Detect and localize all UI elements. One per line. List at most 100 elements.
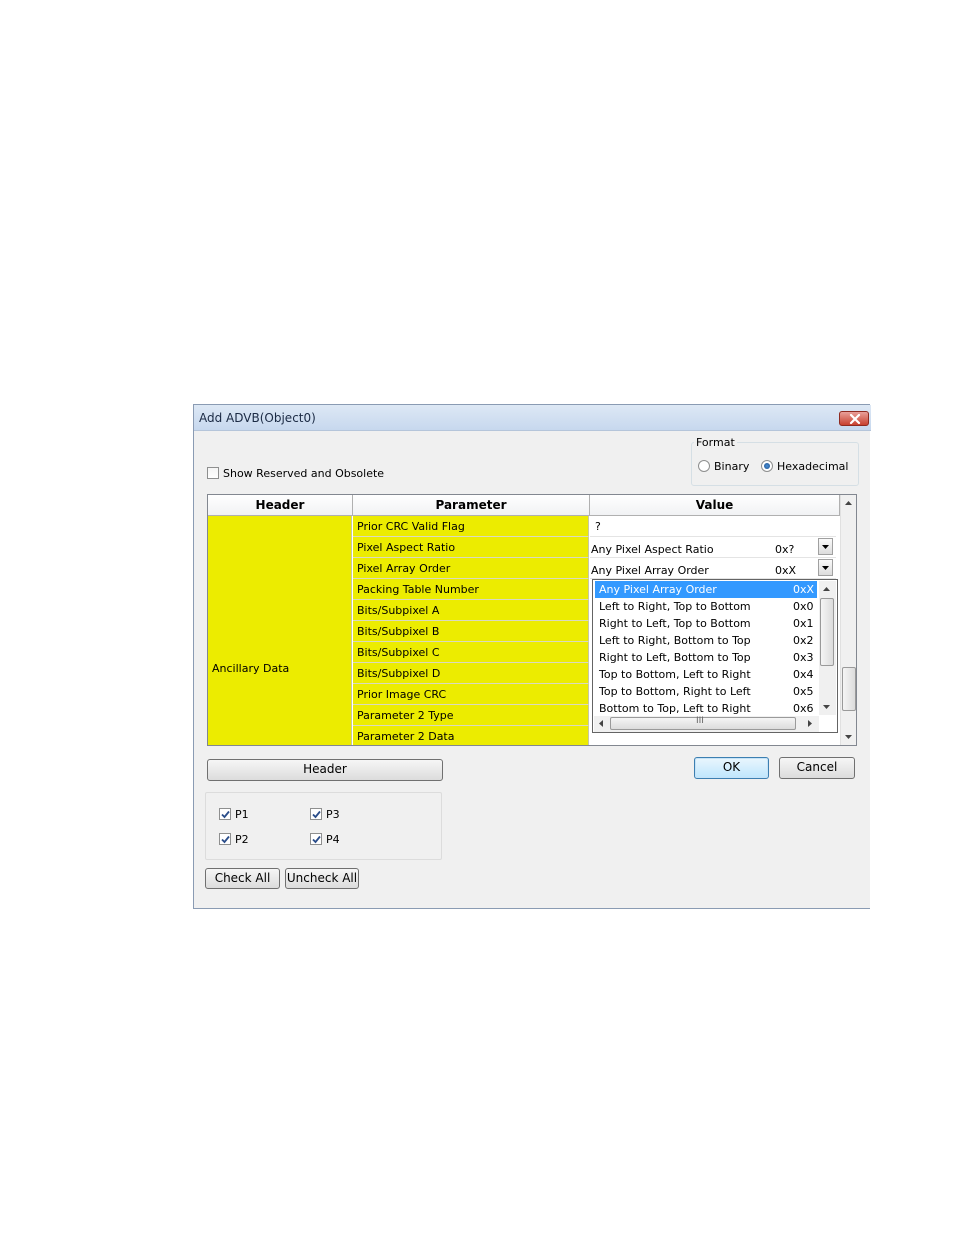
parameter-name: Bits/Subpixel C bbox=[357, 646, 440, 659]
parameter-row[interactable]: Prior CRC Valid Flag bbox=[353, 516, 589, 537]
hexadecimal-label: Hexadecimal bbox=[777, 460, 849, 473]
value-code: 0x? bbox=[775, 543, 795, 556]
parameter-row[interactable]: Bits/Subpixel A bbox=[353, 600, 589, 621]
option-label: Right to Left, Bottom to Top bbox=[599, 651, 751, 664]
p1-label: P1 bbox=[235, 808, 249, 821]
dropdown-hscroll-thumb[interactable]: III bbox=[610, 716, 796, 730]
value-code: 0xX bbox=[775, 564, 797, 577]
option-code: 0x5 bbox=[793, 685, 814, 698]
dropdown-option[interactable]: Bottom to Top, Left to Right 0x6 bbox=[595, 700, 817, 715]
value-text: Any Pixel Array Order bbox=[591, 564, 709, 577]
option-label: Left to Right, Top to Bottom bbox=[599, 600, 751, 613]
column-header-header[interactable]: Header bbox=[208, 495, 353, 516]
scroll-up-icon bbox=[845, 501, 852, 505]
column-header-value[interactable]: Value bbox=[590, 495, 840, 516]
header-button[interactable]: Header bbox=[207, 759, 443, 781]
parameter-name: Bits/Subpixel A bbox=[357, 604, 440, 617]
dropdown-option[interactable]: Left to Right, Bottom to Top 0x2 bbox=[595, 632, 817, 649]
dropdown-scroll-thumb[interactable] bbox=[820, 598, 834, 666]
parameter-row[interactable]: Bits/Subpixel D bbox=[353, 663, 589, 684]
dropdown-option[interactable]: Top to Bottom, Right to Left 0x5 bbox=[595, 683, 817, 700]
add-advb-dialog: Add ADVB(Object0) Show Reserved and Obso… bbox=[193, 404, 871, 909]
checkmark-icon bbox=[221, 810, 230, 819]
option-code: 0x0 bbox=[793, 600, 814, 613]
dropdown-option[interactable]: Right to Left, Bottom to Top 0x3 bbox=[595, 649, 817, 666]
option-code: 0x4 bbox=[793, 668, 814, 681]
dropdown-option[interactable]: Right to Left, Top to Bottom 0x1 bbox=[595, 615, 817, 632]
parameter-name: Prior Image CRC bbox=[357, 688, 447, 701]
scroll-grip: III bbox=[696, 716, 704, 726]
option-code: 0xX bbox=[793, 583, 815, 596]
p4-checkbox[interactable] bbox=[310, 833, 322, 845]
p1-checkbox[interactable] bbox=[219, 808, 231, 820]
parameter-row[interactable]: Packing Table Number bbox=[353, 579, 589, 600]
dropdown-vertical-scrollbar[interactable] bbox=[819, 581, 836, 715]
parameter-name: Parameter 2 Type bbox=[357, 709, 454, 722]
window-title: Add ADVB(Object0) bbox=[199, 411, 316, 425]
p2-checkbox[interactable] bbox=[219, 833, 231, 845]
p3-checkbox[interactable] bbox=[310, 808, 322, 820]
p2-label: P2 bbox=[235, 833, 249, 846]
option-label: Top to Bottom, Right to Left bbox=[599, 685, 751, 698]
parameter-row[interactable]: Prior Image CRC bbox=[353, 684, 589, 705]
header-cell-text: Ancillary Data bbox=[212, 662, 290, 675]
pixel-array-order-dropdown-button[interactable] bbox=[818, 559, 833, 576]
scroll-left-icon bbox=[599, 720, 603, 727]
dropdown-horizontal-scrollbar[interactable]: III bbox=[594, 716, 819, 732]
column-header-parameter[interactable]: Parameter bbox=[353, 495, 590, 516]
dropdown-option[interactable]: Top to Bottom, Left to Right 0x4 bbox=[595, 666, 817, 683]
checkmark-icon bbox=[312, 810, 321, 819]
binary-radio[interactable] bbox=[698, 460, 710, 472]
show-reserved-label: Show Reserved and Obsolete bbox=[223, 467, 385, 480]
uncheck-all-button[interactable]: Uncheck All bbox=[285, 868, 359, 889]
value-text: Any Pixel Aspect Ratio bbox=[591, 543, 714, 556]
value-cell-pixel-aspect-ratio[interactable]: Any Pixel Aspect Ratio 0x? bbox=[590, 537, 836, 558]
p3-label: P3 bbox=[326, 808, 340, 821]
value-text: ? bbox=[595, 520, 601, 533]
dropdown-option[interactable]: Left to Right, Top to Bottom 0x0 bbox=[595, 598, 817, 615]
check-all-button[interactable]: Check All bbox=[205, 868, 280, 889]
option-label: Left to Right, Bottom to Top bbox=[599, 634, 751, 647]
option-label: Any Pixel Array Order bbox=[599, 583, 717, 596]
dropdown-option[interactable]: Any Pixel Array Order 0xX bbox=[595, 581, 817, 598]
parameter-row[interactable]: Pixel Aspect Ratio bbox=[353, 537, 589, 558]
parameter-grid[interactable]: Header Parameter Value Ancillary Data Pr… bbox=[207, 494, 857, 746]
format-group-label: Format bbox=[694, 436, 737, 449]
close-button[interactable] bbox=[839, 411, 869, 426]
parameter-name: Packing Table Number bbox=[357, 583, 479, 596]
show-reserved-checkbox[interactable] bbox=[207, 467, 219, 479]
hexadecimal-radio[interactable] bbox=[761, 460, 773, 472]
parameter-row[interactable]: Parameter 2 Type bbox=[353, 705, 589, 726]
parameter-row[interactable]: Pixel Array Order bbox=[353, 558, 589, 579]
grid-vertical-scrollbar[interactable] bbox=[840, 495, 856, 745]
p4-label: P4 bbox=[326, 833, 340, 846]
parameter-name: Bits/Subpixel D bbox=[357, 667, 441, 680]
parameter-name: Parameter 2 Data bbox=[357, 730, 455, 743]
value-cell[interactable]: ? bbox=[590, 516, 836, 537]
chevron-down-icon bbox=[822, 566, 829, 570]
title-bar[interactable]: Add ADVB(Object0) bbox=[194, 405, 871, 431]
option-code: 0x2 bbox=[793, 634, 814, 647]
header-cell[interactable]: Ancillary Data bbox=[208, 516, 352, 745]
checkmark-icon bbox=[221, 835, 230, 844]
pixel-array-order-dropdown-list[interactable]: Any Pixel Array Order 0xX Left to Right, … bbox=[592, 579, 838, 733]
radio-selected-dot bbox=[764, 463, 770, 469]
option-code: 0x6 bbox=[793, 702, 814, 715]
scroll-down-icon bbox=[823, 705, 830, 709]
parameter-name: Pixel Array Order bbox=[357, 562, 451, 575]
grid-scroll-thumb[interactable] bbox=[842, 667, 856, 711]
cancel-button[interactable]: Cancel bbox=[779, 757, 855, 779]
parameter-row[interactable]: Parameter 2 Data bbox=[353, 726, 589, 745]
parameter-name: Bits/Subpixel B bbox=[357, 625, 440, 638]
option-label: Right to Left, Top to Bottom bbox=[599, 617, 751, 630]
value-cell-pixel-array-order[interactable]: Any Pixel Array Order 0xX bbox=[590, 558, 836, 579]
close-icon bbox=[849, 414, 861, 424]
parameter-name: Pixel Aspect Ratio bbox=[357, 541, 456, 554]
ok-button[interactable]: OK bbox=[694, 757, 769, 779]
packet-group bbox=[205, 792, 442, 860]
parameter-row[interactable]: Bits/Subpixel B bbox=[353, 621, 589, 642]
option-code: 0x3 bbox=[793, 651, 814, 664]
parameter-row[interactable]: Bits/Subpixel C bbox=[353, 642, 589, 663]
pixel-aspect-ratio-dropdown-button[interactable] bbox=[818, 538, 833, 555]
option-label: Bottom to Top, Left to Right bbox=[599, 702, 751, 715]
